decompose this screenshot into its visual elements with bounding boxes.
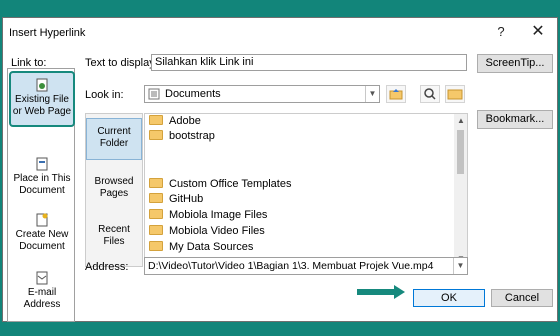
file-name: bootstrap <box>169 130 215 142</box>
places-bar: Current Folder Browsed Pages Recent File… <box>85 113 143 267</box>
file-list-scrollbar[interactable]: ▲ ▼ <box>454 114 467 266</box>
link-to-bar: Existing File or Web Page Place in This … <box>7 68 75 322</box>
link-email-line2: Address <box>23 299 61 310</box>
place-browsed-pages[interactable]: Browsed Pages <box>86 170 142 210</box>
folder-icon <box>149 115 163 125</box>
place-current-line1: Current <box>97 126 131 137</box>
link-place-line1: Place in This <box>13 173 71 184</box>
list-item[interactable]: bootstrap <box>149 129 215 144</box>
place-browsed-line1: Browsed <box>94 176 134 187</box>
screentip-label: ScreenTip... <box>485 57 545 69</box>
look-in-combo[interactable]: Documents ▼ <box>144 85 380 103</box>
screentip-button[interactable]: ScreenTip... <box>477 54 553 73</box>
file-name: My Data Sources <box>169 241 254 253</box>
scrollbar-thumb[interactable] <box>457 130 464 174</box>
file-name: Custom Office Templates <box>169 178 292 190</box>
file-name: Mobiola Video Files <box>169 225 265 237</box>
insert-hyperlink-dialog: Insert Hyperlink ? ✕ Link to: Existing F… <box>2 17 558 322</box>
new-document-icon <box>36 213 48 227</box>
ok-label: OK <box>441 292 457 304</box>
help-button[interactable]: ? <box>490 22 512 42</box>
place-recent-line2: Files <box>103 236 125 247</box>
address-combo[interactable]: D:\Video\Tutor\Video 1\Bagian 1\3. Membu… <box>144 257 468 275</box>
bookmark-label: Bookmark... <box>485 113 545 125</box>
text-to-display-input[interactable]: Silahkan klik Link ini <box>151 54 467 71</box>
link-existing-line2: or Web Page <box>12 106 72 117</box>
annotation-arrow-icon <box>394 285 405 299</box>
browse-web-button[interactable] <box>386 85 406 103</box>
look-in-label: Look in: <box>85 89 124 101</box>
link-place-in-document[interactable]: Place in This Document <box>10 157 74 197</box>
link-new-line2: Document <box>19 241 65 252</box>
look-in-value: Documents <box>165 88 221 100</box>
chevron-down-icon[interactable]: ▼ <box>365 86 379 102</box>
list-item[interactable]: GitHub <box>149 192 203 207</box>
place-recent-line1: Recent <box>98 224 130 235</box>
file-name: Adobe <box>169 115 201 127</box>
search-web-icon <box>424 88 436 100</box>
place-current-folder[interactable]: Current Folder <box>86 118 142 160</box>
email-icon <box>36 271 48 285</box>
folder-icon <box>149 130 163 140</box>
open-folder-button[interactable] <box>445 85 465 103</box>
folder-icon <box>447 89 463 100</box>
list-item[interactable]: My Data Sources <box>149 240 253 255</box>
globe-file-icon <box>36 78 48 92</box>
list-item[interactable]: Mobiola Video Files <box>149 224 265 239</box>
link-place-line2: Document <box>19 185 65 196</box>
link-existing-file[interactable]: Existing File or Web Page <box>9 71 75 127</box>
list-item[interactable]: Adobe <box>149 114 201 129</box>
document-place-icon <box>36 157 48 171</box>
link-create-new-document[interactable]: Create New Document <box>10 213 74 253</box>
dialog-title: Insert Hyperlink <box>9 27 86 39</box>
browse-file-button[interactable] <box>420 85 440 103</box>
cancel-label: Cancel <box>504 292 540 304</box>
file-name: GitHub <box>169 193 204 205</box>
folder-up-icon <box>389 89 403 100</box>
annotation-arrow-shaft <box>357 289 397 295</box>
text-to-display-value: Silahkan klik Link ini <box>155 56 254 68</box>
close-button[interactable]: ✕ <box>527 22 549 42</box>
list-item[interactable]: Custom Office Templates <box>149 177 291 192</box>
text-to-display-label: Text to display: <box>85 57 158 69</box>
link-email-address[interactable]: E-mail Address <box>10 271 74 311</box>
place-current-line2: Folder <box>99 138 129 149</box>
chevron-down-icon[interactable]: ▼ <box>453 258 467 274</box>
folder-icon <box>149 193 163 203</box>
documents-folder-icon <box>148 88 160 100</box>
folder-icon <box>149 225 163 235</box>
link-new-line1: Create New <box>15 229 69 240</box>
list-item[interactable]: Mobiola Image Files <box>149 208 267 223</box>
scroll-up-icon[interactable]: ▲ <box>457 116 465 125</box>
bookmark-button[interactable]: Bookmark... <box>477 110 553 129</box>
folder-icon <box>149 209 163 219</box>
address-label: Address: <box>85 261 129 273</box>
folder-icon <box>149 178 163 188</box>
background-top <box>0 0 560 8</box>
folder-icon <box>149 241 163 251</box>
file-name: Mobiola Image Files <box>169 209 268 221</box>
file-list[interactable]: Adobe bootstrap Custom Office Templates … <box>144 113 468 267</box>
place-recent-files[interactable]: Recent Files <box>86 218 142 258</box>
address-value: D:\Video\Tutor\Video 1\Bagian 1\3. Membu… <box>148 260 434 272</box>
ok-button[interactable]: OK <box>413 289 485 307</box>
link-email-line1: E-mail <box>27 287 57 298</box>
cancel-button[interactable]: Cancel <box>491 289 553 307</box>
place-browsed-line2: Pages <box>99 188 129 199</box>
title-bar: Insert Hyperlink ? ✕ <box>3 18 557 46</box>
link-existing-line1: Existing File <box>15 94 69 105</box>
